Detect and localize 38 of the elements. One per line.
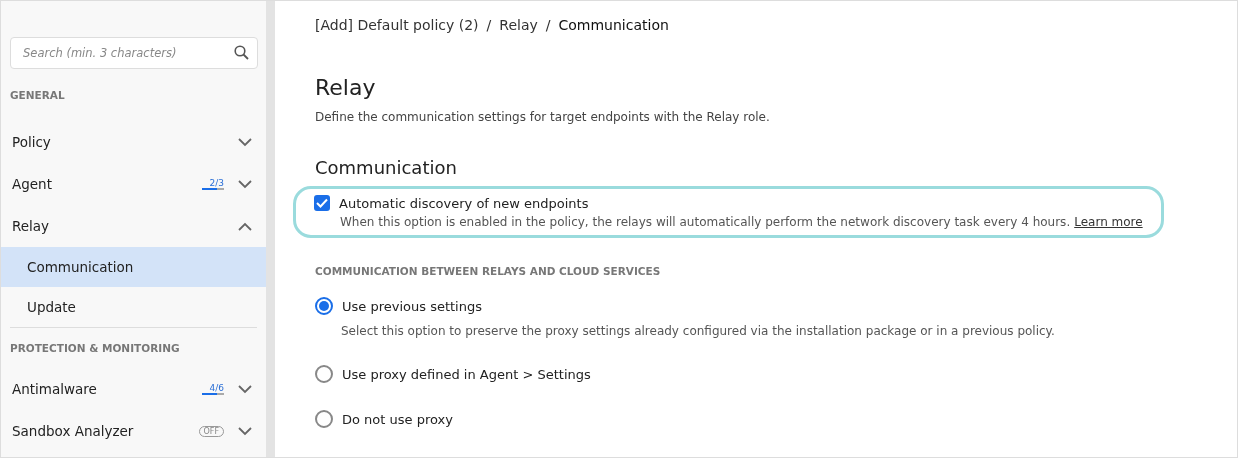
chevron-up-icon[interactable] [238,221,252,231]
learn-more-link[interactable]: Learn more [1074,215,1143,229]
sidebar-subitem[interactable]: Communication [1,247,266,287]
checkbox-label[interactable]: Automatic discovery of new endpoints [339,195,589,211]
radio-label[interactable]: Do not use proxy [342,411,453,427]
section-heading: GENERAL [10,89,65,101]
sidebar-item[interactable]: Sandbox Analyzer OFF [1,410,266,452]
progress-badge: 2/3 [202,178,224,190]
chevron-down-icon[interactable] [238,137,252,147]
sidebar-subitem[interactable]: Update [1,287,266,327]
page-title: Relay [315,75,377,100]
progress-badge: 4/6 [202,383,224,395]
radio-button[interactable] [315,297,333,315]
sidebar-item[interactable]: Antimalware 4/6 [1,368,266,410]
section-title: Communication [315,157,458,178]
page-description: Define the communication settings for target endpoints with the Relay role. [315,110,771,124]
breadcrumb-item[interactable]: Relay [499,17,538,33]
breadcrumb-item: Communication [558,17,669,33]
radio-label[interactable]: Use previous settings [342,298,482,314]
radio-button[interactable] [315,365,333,383]
chevron-down-icon[interactable] [238,179,252,189]
search-icon[interactable] [234,45,249,60]
search-field[interactable]: Search (min. 3 characters) [10,37,258,69]
sidebar-item[interactable]: Agent 2/3 [1,163,266,205]
breadcrumb-separator: / [486,17,492,33]
option-description: Select this option to preserve the proxy settings already configured via the installation package or in a previous policy. [341,324,1056,338]
breadcrumb-separator: / [545,17,551,33]
checkbox[interactable] [314,195,330,211]
section-heading: PROTECTION & MONITORING [10,342,180,354]
chevron-down-icon[interactable] [238,384,252,394]
option-description: When this option is enabled in the policy, the relays will automatically perform the network discovery task every 4 hours. [340,215,1071,229]
radio-button[interactable] [315,410,333,428]
radio-label[interactable]: Use proxy defined in Agent > Settings [342,366,591,382]
chevron-down-icon[interactable] [238,426,252,436]
sidebar-item[interactable]: Relay [1,205,266,247]
group-heading: COMMUNICATION BETWEEN RELAYS AND CLOUD SERVICES [315,265,662,277]
breadcrumb-item[interactable]: [Add] Default policy (2) [315,17,479,33]
sidebar-item[interactable]: Policy [1,121,266,163]
